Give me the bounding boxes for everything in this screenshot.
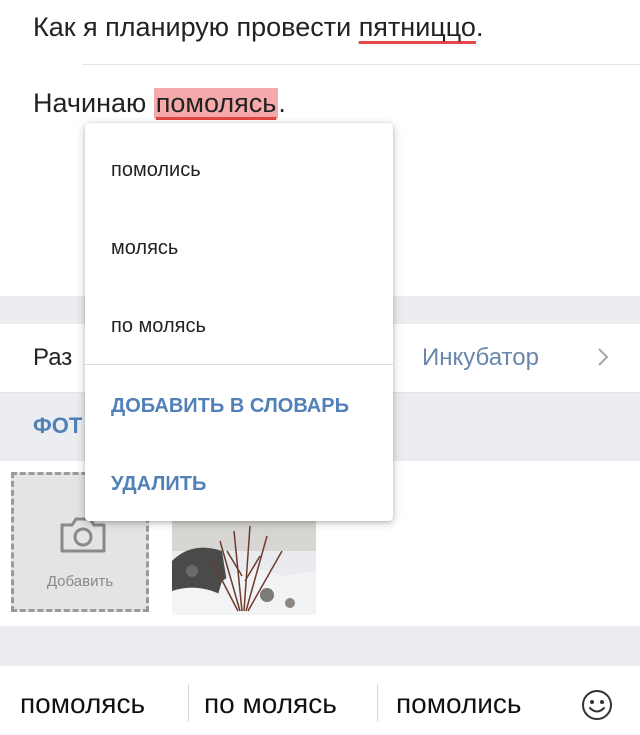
spell-suggestion-item[interactable]: молясь (85, 209, 393, 287)
bottom-separator (0, 626, 640, 666)
photo-thumbnail[interactable] (172, 521, 316, 615)
keyboard-suggestion-bar: помолясь по молясь помолись (0, 666, 640, 735)
misspelled-word-1[interactable]: пятниццо (359, 12, 476, 42)
photo-thumbnail-image (172, 521, 316, 615)
delete-button[interactable]: УДАЛИТЬ (85, 445, 393, 523)
line1-prefix: Как я планирую провести (33, 12, 359, 42)
editor-line-2[interactable]: Начинаю помолясь. (33, 86, 286, 120)
suggestion-separator (377, 684, 378, 722)
line1-suffix: . (475, 12, 484, 42)
spell-suggestion-item[interactable]: по молясь (85, 287, 393, 365)
misspelled-word-selected[interactable]: помолясь (153, 88, 279, 118)
line2-prefix: Начинаю (33, 88, 154, 118)
spellcheck-popup-menu: помолись молясь по молясь ДОБАВИТЬ В СЛО… (85, 123, 393, 521)
add-to-dictionary-button[interactable]: ДОБАВИТЬ В СЛОВАРЬ (85, 367, 393, 445)
editor-divider (82, 64, 640, 65)
chevron-right-icon (598, 348, 609, 366)
keyboard-suggestion-3[interactable]: помолись (396, 688, 522, 720)
add-photo-label: Добавить (46, 573, 114, 590)
keyboard-suggestion-1[interactable]: помолясь (20, 688, 145, 720)
suggestion-separator (188, 684, 189, 722)
editor-line-1[interactable]: Как я планирую провести пятниццо. (33, 10, 483, 44)
section-label: Раз (33, 344, 73, 371)
photos-header-label: ФОТ (33, 413, 83, 438)
keyboard-suggestion-2[interactable]: по молясь (204, 688, 337, 720)
line2-suffix: . (278, 88, 286, 118)
popup-divider (85, 364, 393, 365)
section-value: Инкубатор (422, 344, 539, 371)
emoji-icon[interactable] (580, 688, 614, 722)
spell-suggestion-item[interactable]: помолись (85, 131, 393, 209)
